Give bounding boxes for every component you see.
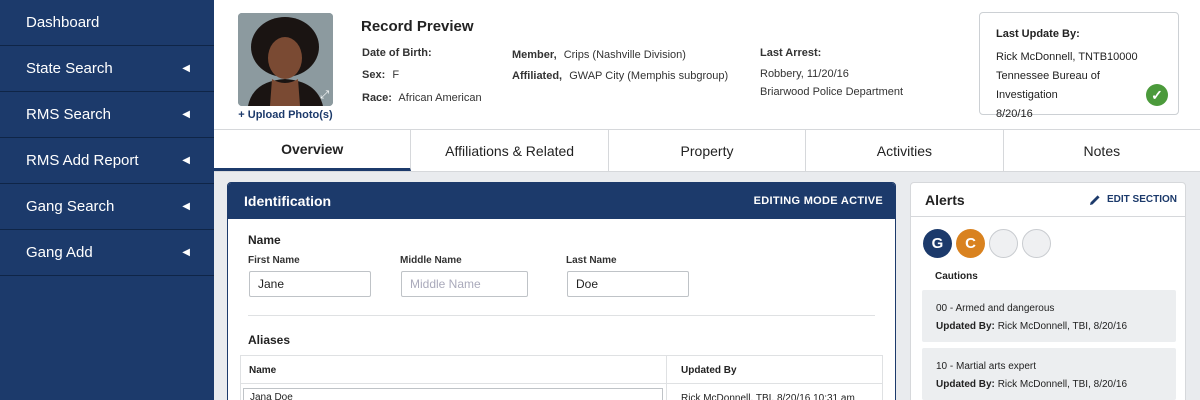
tab-property[interactable]: Property bbox=[609, 130, 807, 171]
sex-value: F bbox=[392, 69, 400, 81]
last-arrest-value: Robbery, 11/20/16 bbox=[760, 68, 849, 80]
last-update-org: Tennessee Bureau of Investigation bbox=[996, 70, 1100, 101]
dob-field: Date of Birth: bbox=[362, 47, 436, 59]
sidebar-item-dashboard[interactable]: Dashboard bbox=[0, 0, 214, 46]
cautions-label: Cautions bbox=[935, 271, 978, 282]
alias-name-cell: Jana Doe bbox=[241, 384, 667, 400]
pencil-icon bbox=[1089, 194, 1100, 205]
last-name-input[interactable] bbox=[567, 271, 689, 297]
first-name-input[interactable] bbox=[249, 271, 371, 297]
sex-field: Sex: F bbox=[362, 69, 399, 81]
sidebar-item-state-search[interactable]: State Search ◀ bbox=[0, 46, 214, 92]
caution-updated-label: Updated By: bbox=[936, 379, 995, 390]
affiliated-value: GWAP City (Memphis subgroup) bbox=[569, 70, 729, 82]
middle-name-label: Middle Name bbox=[400, 255, 462, 266]
caution-text: 00 - Armed and dangerous bbox=[936, 303, 1055, 314]
last-update-name: Rick McDonnell, TNTB10000 bbox=[996, 51, 1138, 63]
last-arrest-label: Last Arrest: bbox=[760, 47, 822, 59]
tab-notes[interactable]: Notes bbox=[1004, 130, 1200, 171]
person-photo-icon bbox=[238, 13, 333, 106]
identification-panel: Identification EDITING MODE ACTIVE Name … bbox=[227, 182, 896, 400]
sidebar-item-label: State Search bbox=[26, 60, 113, 77]
last-update-title: Last Update By: bbox=[996, 28, 1080, 40]
member-value: Crips (Nashville Division) bbox=[563, 49, 686, 61]
affiliated-label: Affiliated, bbox=[512, 70, 563, 82]
first-name-label: First Name bbox=[248, 255, 300, 266]
member-label: Member, bbox=[512, 49, 557, 61]
sidebar-item-gang-add[interactable]: Gang Add ◀ bbox=[0, 230, 214, 276]
caution-updated-value: Rick McDonnell, TBI, 8/20/16 bbox=[997, 321, 1128, 332]
caret-left-icon: ◀ bbox=[182, 201, 190, 212]
sidebar-item-label: Gang Add bbox=[26, 244, 93, 261]
last-arrest-dept: Briarwood Police Department bbox=[760, 86, 904, 98]
profile-photo[interactable]: ⤢ bbox=[238, 13, 333, 106]
expand-icon[interactable]: ⤢ bbox=[320, 89, 329, 102]
alerts-title: Alerts bbox=[925, 191, 965, 208]
caution-updated: Updated By: Rick McDonnell, TBI, 8/20/16 bbox=[936, 318, 1162, 336]
caution-item: 00 - Armed and dangerous Updated By: Ric… bbox=[922, 290, 1176, 342]
editing-mode-status: EDITING MODE ACTIVE bbox=[753, 195, 883, 207]
record-tabs: Overview Affiliations & Related Property… bbox=[214, 130, 1200, 172]
name-section-title: Name bbox=[248, 233, 281, 247]
caution-item: 10 - Martial arts expert Updated By: Ric… bbox=[922, 348, 1176, 400]
alert-badge-c[interactable]: C bbox=[956, 229, 985, 258]
caret-left-icon: ◀ bbox=[182, 109, 190, 120]
tab-activities[interactable]: Activities bbox=[806, 130, 1004, 171]
last-name-label: Last Name bbox=[566, 255, 617, 266]
sex-label: Sex: bbox=[362, 69, 386, 81]
race-label: Race: bbox=[362, 92, 392, 104]
caution-updated-value: Rick McDonnell, TBI, 8/20/16 bbox=[997, 379, 1128, 390]
alert-badge-g[interactable]: G bbox=[923, 229, 952, 258]
check-circle-icon: ✓ bbox=[1146, 84, 1168, 106]
identification-header: Identification EDITING MODE ACTIVE bbox=[228, 183, 895, 219]
sidebar-item-label: Gang Search bbox=[26, 198, 115, 215]
race-field: Race: African American bbox=[362, 92, 482, 104]
record-preview-title: Record Preview bbox=[361, 18, 474, 35]
sidebar-item-rms-add-report[interactable]: RMS Add Report ◀ bbox=[0, 138, 214, 184]
last-update-box: Last Update By: Rick McDonnell, TNTB1000… bbox=[979, 12, 1179, 120]
alias-col-updated: Updated By bbox=[681, 365, 737, 376]
alerts-header: Alerts EDIT SECTION bbox=[911, 183, 1185, 217]
edit-section-label: EDIT SECTION bbox=[1106, 194, 1177, 205]
alert-badge-empty[interactable] bbox=[1022, 229, 1051, 258]
sidebar-item-gang-search[interactable]: Gang Search ◀ bbox=[0, 184, 214, 230]
affiliated-field: Affiliated, GWAP City (Memphis subgroup) bbox=[512, 70, 728, 82]
tab-overview[interactable]: Overview bbox=[214, 130, 412, 171]
sidebar-item-rms-search[interactable]: RMS Search ◀ bbox=[0, 92, 214, 138]
alerts-panel: Alerts EDIT SECTION G C Cautions 00 - Ar… bbox=[910, 182, 1186, 400]
tab-affiliations-related[interactable]: Affiliations & Related bbox=[411, 130, 609, 171]
caret-left-icon: ◀ bbox=[182, 155, 190, 166]
identification-title: Identification bbox=[244, 193, 332, 209]
dob-label: Date of Birth: bbox=[362, 47, 432, 59]
caret-left-icon: ◀ bbox=[182, 63, 190, 74]
table-row: Jana Doe Rick McDonnell, TBI, 8/20/16 10… bbox=[241, 384, 882, 400]
sidebar-item-label: Dashboard bbox=[26, 14, 100, 31]
alias-updated-cell: Rick McDonnell, TBI, 8/20/16 10:31 am bbox=[681, 393, 855, 400]
sidebar-item-label: RMS Search bbox=[26, 106, 112, 123]
edit-section-button[interactable]: EDIT SECTION bbox=[1089, 194, 1177, 206]
alias-col-name: Name bbox=[241, 356, 667, 383]
section-divider bbox=[248, 315, 875, 316]
alert-badge-empty[interactable] bbox=[989, 229, 1018, 258]
middle-name-input[interactable] bbox=[401, 271, 528, 297]
caret-left-icon: ◀ bbox=[182, 247, 190, 258]
sidebar-item-label: RMS Add Report bbox=[26, 152, 139, 169]
alias-name-input[interactable]: Jana Doe bbox=[243, 388, 663, 400]
caution-text: 10 - Martial arts expert bbox=[936, 361, 1037, 372]
upload-photo-link[interactable]: + Upload Photo(s) bbox=[238, 109, 333, 121]
caution-updated: Updated By: Rick McDonnell, TBI, 8/20/16 bbox=[936, 376, 1162, 394]
sidebar-nav: Dashboard State Search ◀ RMS Search ◀ RM… bbox=[0, 0, 214, 400]
alert-badges: G C bbox=[923, 229, 1051, 258]
last-arrest-label-wrap: Last Arrest: bbox=[760, 47, 825, 59]
aliases-section-title: Aliases bbox=[248, 333, 291, 347]
race-value: African American bbox=[398, 92, 482, 104]
last-update-date: 8/20/16 bbox=[996, 108, 1033, 120]
member-field: Member, Crips (Nashville Division) bbox=[512, 49, 686, 61]
caution-updated-label: Updated By: bbox=[936, 321, 995, 332]
record-header: ⤢ + Upload Photo(s) Record Preview Date … bbox=[214, 0, 1200, 130]
aliases-table: Name Updated By Jana Doe Rick McDonnell,… bbox=[240, 355, 883, 400]
aliases-table-header: Name Updated By bbox=[241, 356, 882, 384]
